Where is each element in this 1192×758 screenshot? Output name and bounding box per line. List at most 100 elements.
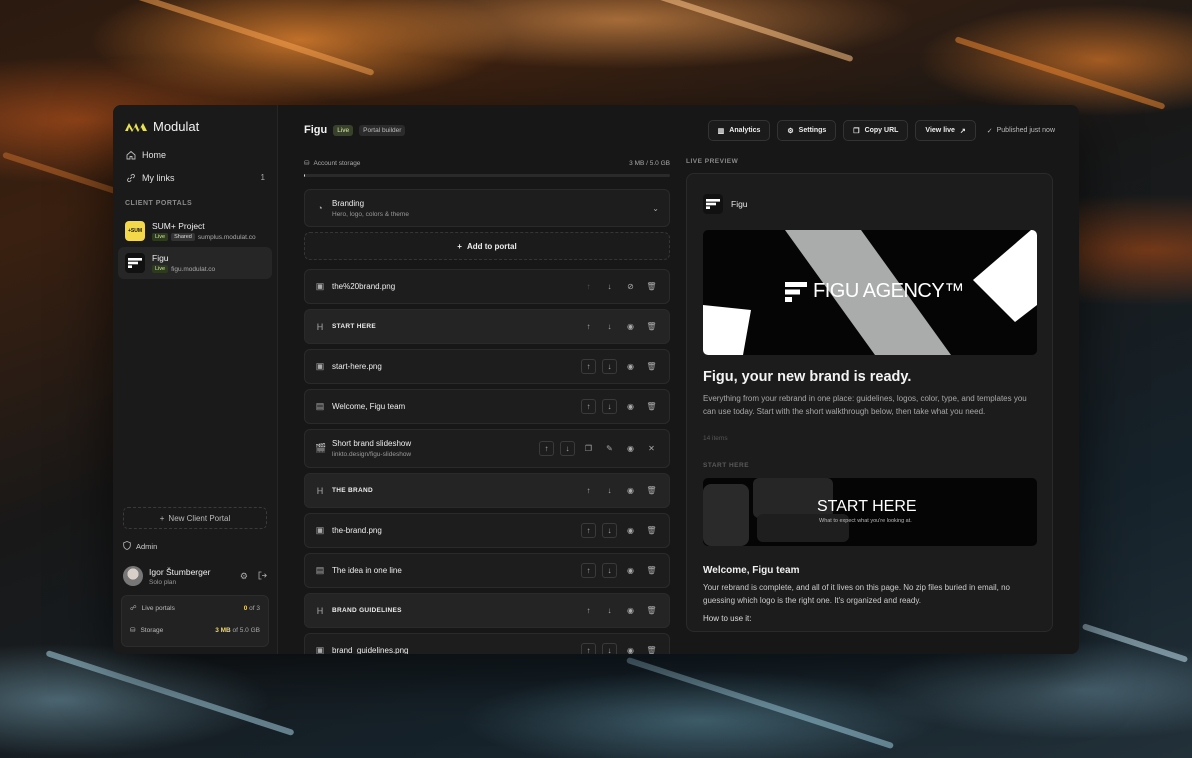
eye-icon[interactable]: ◉ <box>623 643 638 654</box>
item-label: the%20brand.png <box>332 282 396 291</box>
avatar[interactable] <box>123 566 143 586</box>
trash-icon[interactable]: 🗑 <box>644 279 659 294</box>
eye-icon[interactable]: ◉ <box>623 359 638 374</box>
image-icon: ▣ <box>315 645 325 654</box>
eye-icon[interactable]: ◉ <box>623 319 638 334</box>
storage-bar-fill <box>304 174 306 177</box>
item-label: Short brand slideshow <box>332 439 412 448</box>
nav-home[interactable]: Home <box>125 149 265 160</box>
user-profile: Igor Štumberger Solo plan ⚙ <box>123 566 267 586</box>
preview-intro: Everything from your rebrand in one plac… <box>703 394 1027 416</box>
modulat-logo-icon <box>125 122 147 132</box>
eye-icon[interactable]: ◉ <box>623 523 638 538</box>
hero-text: FIGU AGENCY™ <box>813 280 964 302</box>
list-item[interactable]: ▣ start-here.png ↑ ↓ ◉ 🗑 <box>304 349 670 384</box>
trash-icon[interactable]: 🗑 <box>644 603 659 618</box>
add-to-portal-button[interactable]: + Add to portal <box>304 232 670 260</box>
page-header: Figu Live Portal builder <box>304 124 406 136</box>
trash-icon[interactable]: 🗑 <box>644 643 659 654</box>
new-client-portal-button[interactable]: + New Client Portal <box>123 507 267 529</box>
list-item[interactable]: H THE BRAND ↑ ↓ ◉ 🗑 <box>304 473 670 508</box>
arrow-up-icon[interactable]: ↑ <box>581 603 596 618</box>
arrow-down-icon[interactable]: ↓ <box>602 483 617 498</box>
view-live-label: View live <box>925 127 955 134</box>
portal-item-sum[interactable]: +SUM SUM+ Project Live Shared sumplus.mo… <box>118 215 272 247</box>
list-item[interactable]: ▣ the%20brand.png ↑ ↓ ⊘ 🗑 <box>304 269 670 304</box>
eye-icon[interactable]: ◉ <box>623 483 638 498</box>
arrow-down-icon[interactable]: ↓ <box>602 399 617 414</box>
stat-live-portals: ☍ Live portals 0 of 3 <box>130 604 260 613</box>
live-preview-panel[interactable]: Figu FIGU AGENCY™ Figu, your new brand i… <box>686 173 1053 632</box>
arrow-up-icon[interactable]: ↑ <box>581 563 596 578</box>
item-label: The idea in one line <box>332 566 402 575</box>
trash-icon[interactable]: 🗑 <box>644 523 659 538</box>
arrow-up-icon[interactable]: ↑ <box>581 483 596 498</box>
arrow-up-icon[interactable]: ↑ <box>581 319 596 334</box>
eye-icon[interactable]: ◉ <box>623 399 638 414</box>
list-item[interactable]: ▤ Welcome, Figu team ↑ ↓ ◉ 🗑 <box>304 389 670 424</box>
trash-icon[interactable]: 🗑 <box>644 399 659 414</box>
image-icon: ▣ <box>315 281 325 291</box>
start-here-title: START HERE <box>817 498 917 515</box>
close-icon[interactable]: ✕ <box>644 441 659 456</box>
arrow-up-icon[interactable]: ↑ <box>581 643 596 654</box>
arrow-up-icon[interactable]: ↑ <box>581 279 596 294</box>
preview-header: Figu <box>703 194 748 214</box>
storage-value: 3 MB / 5.0 GB <box>629 159 670 167</box>
eye-off-icon[interactable]: ⊘ <box>623 279 638 294</box>
analytics-button[interactable]: ▥ Analytics <box>707 120 771 141</box>
eye-icon[interactable]: ◉ <box>623 563 638 578</box>
view-live-button[interactable]: View live ↗ <box>915 120 976 141</box>
arrow-up-icon[interactable]: ↑ <box>581 523 596 538</box>
arrow-down-icon[interactable]: ↓ <box>602 603 617 618</box>
heading-icon: H <box>316 605 324 616</box>
portal-name: SUM+ Project <box>152 221 205 231</box>
trash-icon[interactable]: 🗑 <box>644 319 659 334</box>
arrow-down-icon[interactable]: ↓ <box>602 319 617 334</box>
duplicate-icon[interactable]: ❐ <box>581 441 596 456</box>
add-to-portal-label: Add to portal <box>466 241 517 251</box>
arrow-down-icon[interactable]: ↓ <box>602 563 617 578</box>
branding-section[interactable]: ◔ Branding Hero, logo, colors & theme ⌄ <box>304 189 670 227</box>
list-item[interactable]: ▤ The idea in one line ↑ ↓ ◉ 🗑 <box>304 553 670 588</box>
trash-icon[interactable]: 🗑 <box>644 563 659 578</box>
copy-url-button[interactable]: ❐ Copy URL <box>843 120 909 141</box>
admin-link[interactable]: Admin <box>123 541 157 552</box>
storage-bar <box>304 174 670 177</box>
list-item[interactable]: H BRAND GUIDELINES ↑ ↓ ◉ 🗑 <box>304 593 670 628</box>
settings-button[interactable]: ⚙ Settings <box>777 120 837 141</box>
eye-icon[interactable]: ◉ <box>623 441 638 456</box>
logout-icon[interactable] <box>258 571 267 582</box>
edit-icon[interactable]: ✎ <box>602 441 617 456</box>
portal-item-figu[interactable]: Figu Live figu.modulat.co <box>118 247 272 279</box>
arrow-down-icon[interactable]: ↓ <box>560 441 575 456</box>
arrow-down-icon[interactable]: ↓ <box>602 643 617 654</box>
gear-icon: ⚙ <box>787 127 794 135</box>
trash-icon[interactable]: 🗑 <box>644 483 659 498</box>
arrow-up-icon[interactable]: ↑ <box>581 359 596 374</box>
live-preview-heading: LIVE PREVIEW <box>686 158 739 165</box>
list-item[interactable]: 🎬 Short brand slideshow linkto.design/fi… <box>304 429 670 468</box>
trash-icon[interactable]: 🗑 <box>644 359 659 374</box>
portal-domain: figu.modulat.co <box>171 265 216 273</box>
link-icon <box>125 172 136 183</box>
arrow-down-icon[interactable]: ↓ <box>602 359 617 374</box>
external-link-icon: ↗ <box>959 127 966 135</box>
hero-banner: FIGU AGENCY™ <box>703 230 1037 355</box>
arrow-down-icon[interactable]: ↓ <box>602 279 617 294</box>
list-item[interactable]: ▣ brand_guidelines.png ↑ ↓ ◉ 🗑 <box>304 633 670 654</box>
item-label: Welcome, Figu team <box>332 402 406 411</box>
list-item[interactable]: ▣ the-brand.png ↑ ↓ ◉ 🗑 <box>304 513 670 548</box>
arrow-up-icon[interactable]: ↑ <box>539 441 554 456</box>
list-item[interactable]: H START HERE ↑ ↓ ◉ 🗑 <box>304 309 670 344</box>
arrow-down-icon[interactable]: ↓ <box>602 523 617 538</box>
background-streak <box>1081 623 1189 663</box>
gear-icon[interactable]: ⚙ <box>240 571 248 582</box>
eye-icon[interactable]: ◉ <box>623 603 638 618</box>
arrow-up-icon[interactable]: ↑ <box>581 399 596 414</box>
chevron-down-icon[interactable]: ⌄ <box>652 204 659 213</box>
brand-logo[interactable]: Modulat <box>125 119 199 134</box>
nav-my-links[interactable]: My links 1 <box>125 172 265 183</box>
brand-name: Modulat <box>153 119 200 134</box>
figu-mark-icon <box>785 281 807 302</box>
